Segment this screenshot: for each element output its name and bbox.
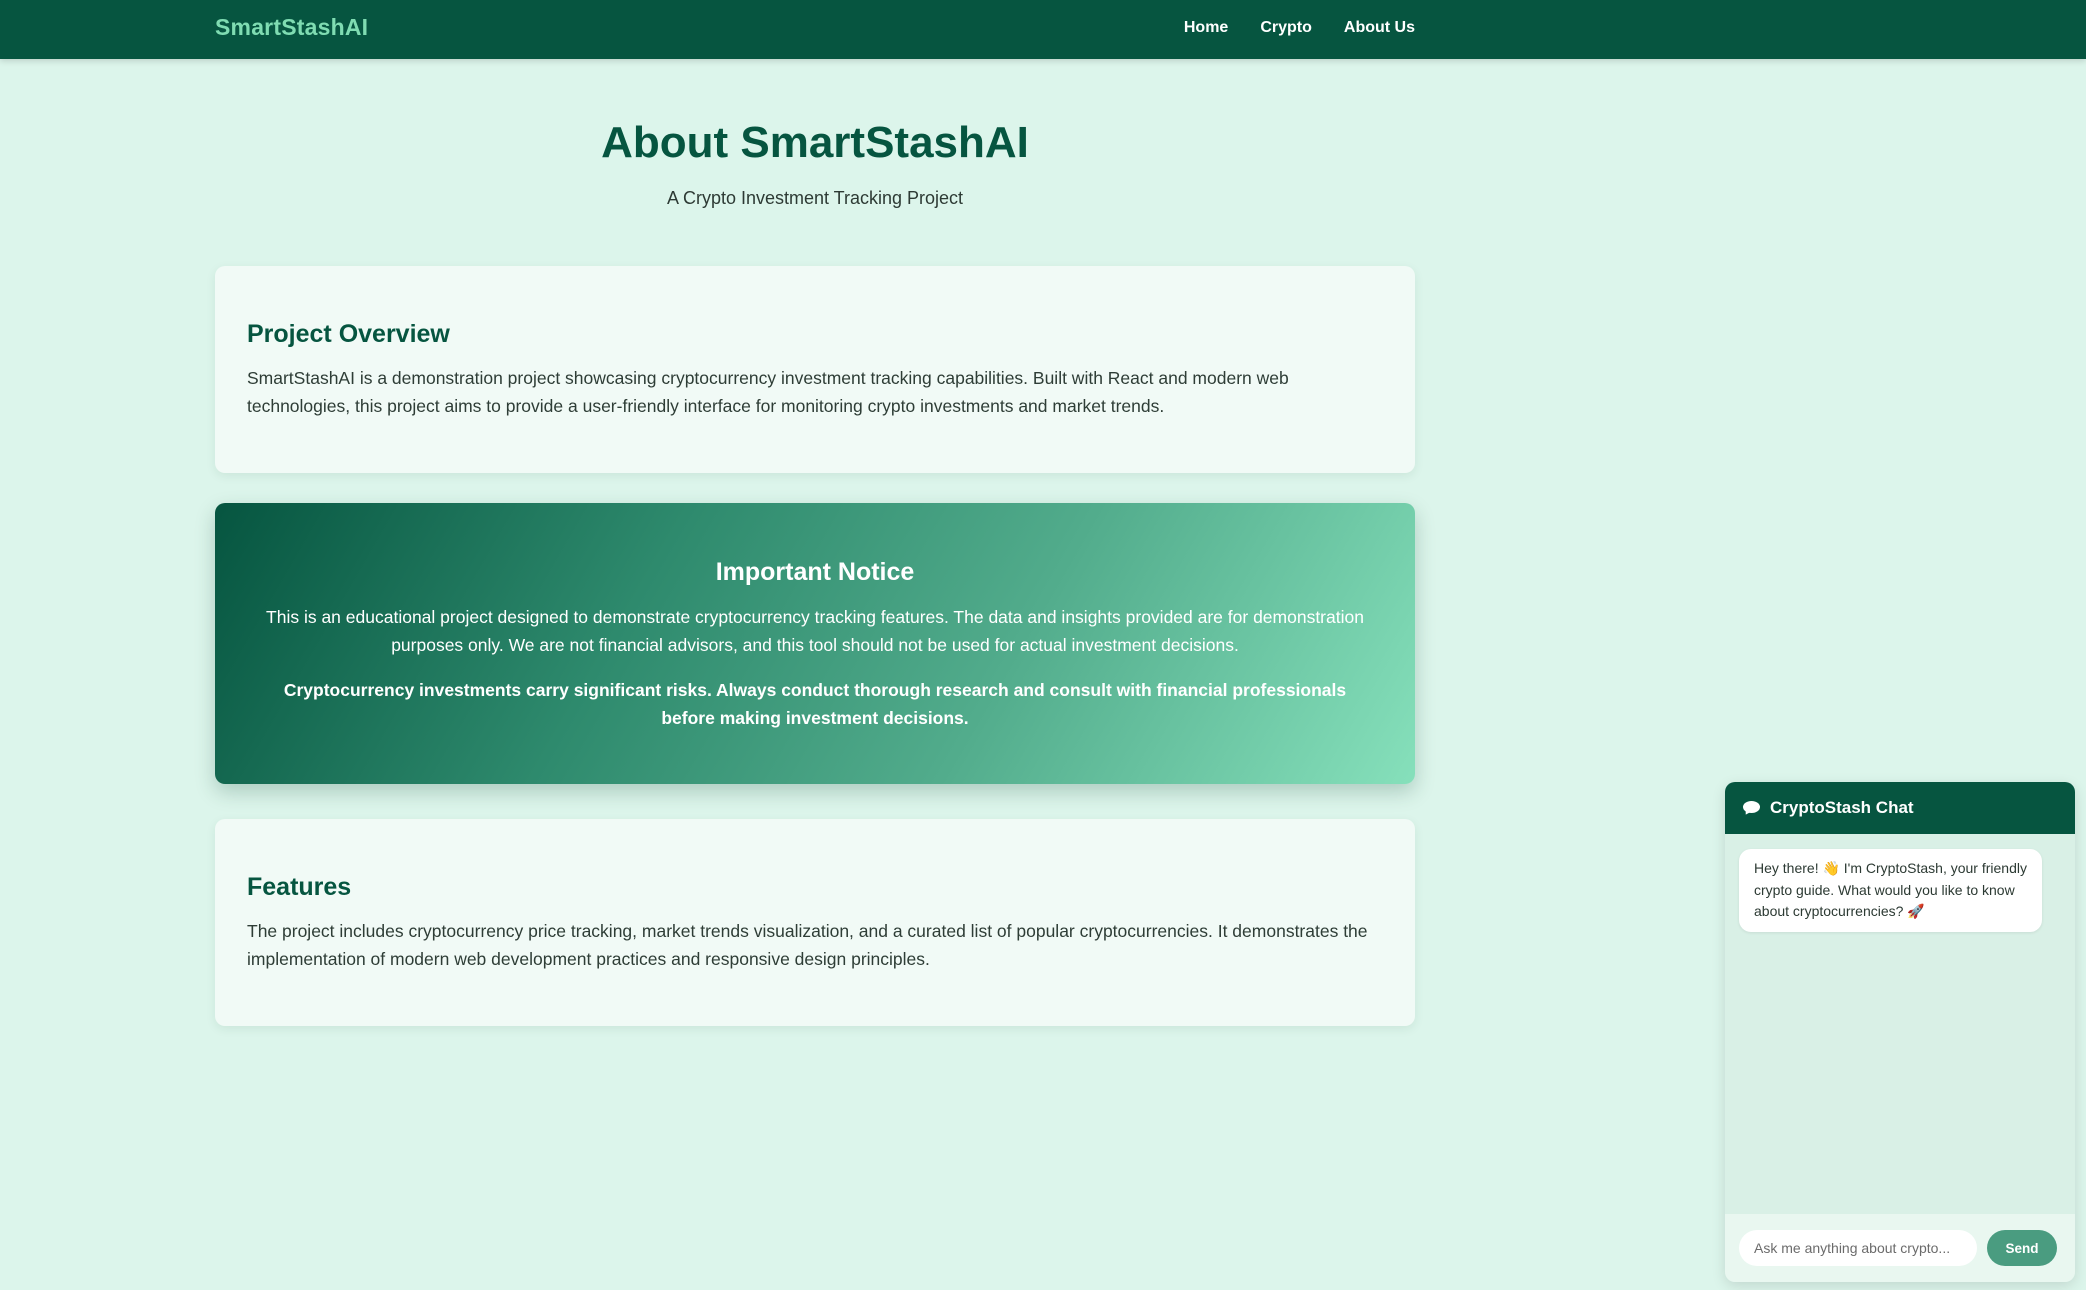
page-title: About SmartStashAI xyxy=(601,118,1029,167)
chat-widget: CryptoStash Chat Hey there! 👋 I'm Crypto… xyxy=(1725,782,2075,1282)
page-subtitle: A Crypto Investment Tracking Project xyxy=(666,188,964,208)
nav-link-about-us[interactable]: About Us xyxy=(1344,19,1415,37)
speech-bubble-icon xyxy=(1743,801,1761,817)
project-overview-heading: Project Overview xyxy=(247,320,450,348)
project-overview-card: Project Overview SmartStashAI is a demon… xyxy=(215,266,1415,473)
features-heading: Features xyxy=(247,873,352,901)
project-overview-text: SmartStashAI is a demonstration project … xyxy=(247,368,1289,416)
nav-link-crypto[interactable]: Crypto xyxy=(1260,19,1312,37)
chat-header: CryptoStash Chat xyxy=(1725,782,2075,834)
important-notice-text: This is an educational project designed … xyxy=(266,607,1364,655)
top-navbar: SmartStashAI Home Crypto About Us xyxy=(0,0,2086,59)
features-text: The project includes cryptocurrency pric… xyxy=(247,921,1368,969)
chat-input-bar: Send xyxy=(1725,1214,2075,1282)
risk-warning-text: Cryptocurrency investments carry signifi… xyxy=(283,680,1347,728)
features-card: Features The project includes cryptocurr… xyxy=(215,819,1415,1026)
chat-input[interactable] xyxy=(1739,1230,1977,1266)
send-button[interactable]: Send xyxy=(1987,1230,2057,1266)
important-notice-card: Important Notice This is an educational … xyxy=(215,503,1415,784)
hero-section: About SmartStashAI A Crypto Investment T… xyxy=(215,118,1415,209)
nav-links: Home Crypto About Us xyxy=(1184,19,1415,37)
chat-messages: Hey there! 👋 I'm CryptoStash, your frien… xyxy=(1725,834,2075,1214)
brand-logo[interactable]: SmartStashAI xyxy=(215,14,368,41)
nav-link-home[interactable]: Home xyxy=(1184,19,1228,37)
chat-title: CryptoStash Chat xyxy=(1770,798,1914,817)
important-notice-heading: Important Notice xyxy=(715,558,915,586)
bot-message: Hey there! 👋 I'm CryptoStash, your frien… xyxy=(1739,849,2042,932)
